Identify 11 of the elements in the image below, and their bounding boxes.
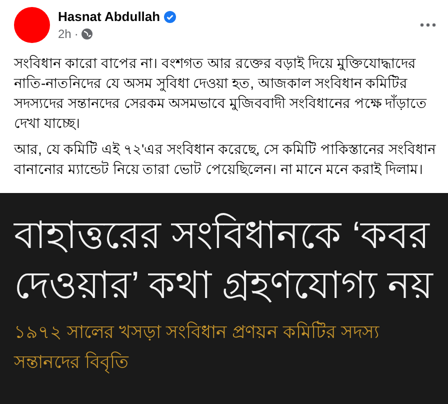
globe-icon — [81, 28, 94, 40]
post-paragraph: আর, যে কমিটি এই ৭২'এর সংবিধান করেছে, সে কমিটি পাকিস্তানের সংবিধান বানানোর ম্যান্ডেট নিয়ে তারা ভোট পেয়েছিলেন। না মানে মনে করাই দিলাম। — [14, 140, 436, 179]
post-time[interactable]: 2h — [58, 27, 72, 41]
avatar[interactable] — [14, 7, 50, 43]
image-subheadline: ১৯৭২ সালের খসড়া সংবিধান প্রণয়ন কমিটির সদস্য সন্তানদের বিবৃতি — [14, 320, 380, 376]
post-paragraph: সংবিধান কারো বাপের না। বংশগত আর রক্তের বড়াই দিয়ে মুক্তিযোদ্ধাদের নাতি-নাতনিদের যে অসম সুবিধা দেওয়া হত, আজকাল সংবিধান কমিটির সদস্যদের সন্তানদের সেরকম অসমভাবে মুজিববাদী সংবিধানের পক্ষে দাঁড়াতে দেখা যাচ্ছে। — [14, 54, 428, 133]
image-headline: বাহাত্তরের সংবিধানকে ‘কবর দেওয়ার’ কথা গ্রহণযোগ্য নয় — [14, 212, 434, 309]
separator: · — [74, 27, 78, 41]
more-options-icon[interactable] — [420, 23, 436, 27]
image-card[interactable]: বাহাত্তরের সংবিধানকে ‘কবর দেওয়ার’ কথা গ্রহণযোগ্য নয় ১৯৭২ সালের খসড়া সংবিধান প্রণয়ন কমিটির সদস্য সন্তানদের বিবৃতি — [0, 193, 448, 404]
author-name[interactable]: Hasnat Abdullah — [58, 9, 160, 24]
